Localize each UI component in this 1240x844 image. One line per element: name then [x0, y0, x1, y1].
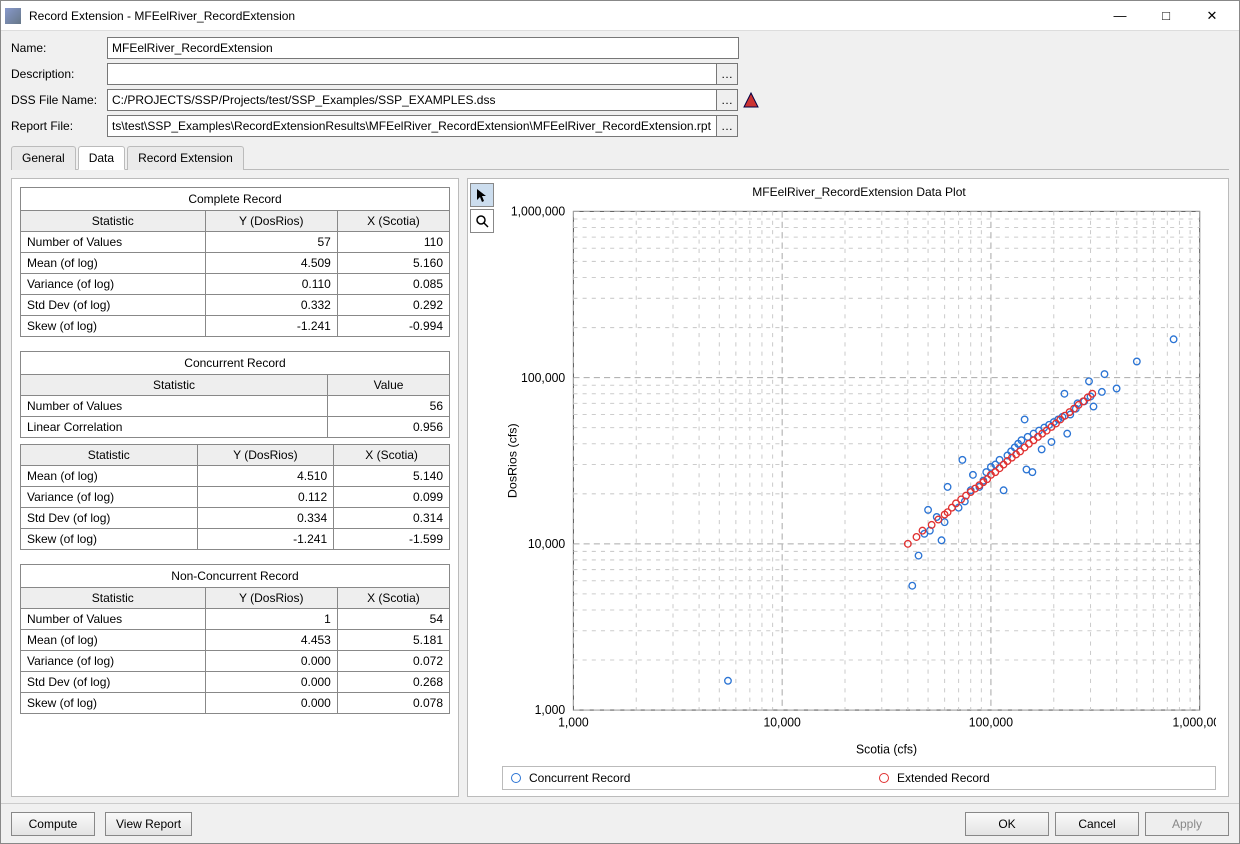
bottom-bar: Compute View Report OK Cancel Apply — [1, 803, 1239, 843]
plot-triangle-icon[interactable] — [742, 91, 760, 109]
scatter-plot[interactable]: 1,000 10,000 100,000 1,000,000 1,000 10,000 10… — [502, 201, 1216, 762]
app-icon — [5, 8, 21, 24]
svg-text:1,000,000: 1,000,000 — [511, 204, 566, 218]
minimize-button[interactable]: ― — [1097, 1, 1143, 31]
view-report-button[interactable]: View Report — [105, 812, 192, 836]
cancel-button[interactable]: Cancel — [1055, 812, 1139, 836]
apply-button[interactable]: Apply — [1145, 812, 1229, 836]
table-row: Number of Values56 — [21, 396, 450, 417]
complete-record-table: Statistic Y (DosRios) X (Scotia) Number … — [20, 210, 450, 337]
titlebar[interactable]: Record Extension - MFEelRiver_RecordExte… — [1, 1, 1239, 31]
svg-text:10,000: 10,000 — [763, 716, 801, 730]
nonconcurrent-record-table: Statistic Y (DosRios) X (Scotia) Number … — [20, 587, 450, 714]
dss-file-browse-button[interactable]: … — [716, 89, 738, 111]
zoom-tool[interactable] — [470, 209, 494, 233]
report-file-input[interactable] — [107, 115, 717, 137]
report-file-browse-button[interactable]: … — [716, 115, 738, 137]
table-row: Mean (of log)4.5105.140 — [21, 466, 450, 487]
dss-file-label: DSS File Name: — [11, 93, 107, 107]
table-row: Mean (of log)4.4535.181 — [21, 630, 450, 651]
table-row: Skew (of log)-1.241-1.599 — [21, 529, 450, 550]
svg-text:10,000: 10,000 — [528, 537, 566, 551]
svg-text:DosRios (cfs): DosRios (cfs) — [505, 423, 519, 498]
close-button[interactable]: ✕ — [1189, 1, 1235, 31]
table-row: Variance (of log)0.1100.085 — [21, 274, 450, 295]
tab-general[interactable]: General — [11, 146, 76, 170]
svg-text:1,000: 1,000 — [558, 716, 589, 730]
legend-label-concurrent: Concurrent Record — [529, 771, 630, 785]
description-label: Description: — [11, 67, 107, 81]
svg-text:100,000: 100,000 — [969, 716, 1013, 730]
stats-panel: Complete Record Statistic Y (DosRios) X … — [11, 178, 459, 797]
tab-record-extension[interactable]: Record Extension — [127, 146, 244, 170]
plot-legend: Concurrent Record Extended Record — [502, 766, 1216, 790]
dss-file-input[interactable] — [107, 89, 717, 111]
legend-marker-concurrent — [511, 773, 521, 783]
table-row: Skew (of log)0.0000.078 — [21, 693, 450, 714]
legend-marker-extended — [879, 773, 889, 783]
tab-data[interactable]: Data — [78, 146, 125, 170]
table-row: Variance (of log)0.0000.072 — [21, 651, 450, 672]
table-row: Number of Values57110 — [21, 232, 450, 253]
table-row: Linear Correlation0.956 — [21, 417, 450, 438]
legend-label-extended: Extended Record — [897, 771, 990, 785]
table-row: Variance (of log)0.1120.099 — [21, 487, 450, 508]
svg-text:Scotia (cfs): Scotia (cfs) — [856, 743, 917, 757]
form-area: Name: Description: … DSS File Name: … Re… — [1, 31, 1239, 145]
concurrent-record-title: Concurrent Record — [20, 351, 450, 374]
table-row: Number of Values154 — [21, 609, 450, 630]
plot-title: MFEelRiver_RecordExtension Data Plot — [502, 185, 1216, 199]
compute-button[interactable]: Compute — [11, 812, 95, 836]
report-file-label: Report File: — [11, 119, 107, 133]
ok-button[interactable]: OK — [965, 812, 1049, 836]
concurrent-record-table-stats: Statistic Y (DosRios) X (Scotia) Mean (o… — [20, 444, 450, 550]
name-input[interactable] — [107, 37, 739, 59]
window-title: Record Extension - MFEelRiver_RecordExte… — [29, 9, 295, 23]
maximize-button[interactable]: □ — [1143, 1, 1189, 31]
plot-panel: MFEelRiver_RecordExtension Data Plot 1,0… — [467, 178, 1229, 797]
record-extension-window: Record Extension - MFEelRiver_RecordExte… — [0, 0, 1240, 844]
table-row: Std Dev (of log)0.3340.314 — [21, 508, 450, 529]
nonconcurrent-record-title: Non-Concurrent Record — [20, 564, 450, 587]
concurrent-record-table-summary: Statistic Value Number of Values56Linear… — [20, 374, 450, 438]
name-label: Name: — [11, 41, 107, 55]
complete-record-title: Complete Record — [20, 187, 450, 210]
svg-text:100,000: 100,000 — [521, 371, 565, 385]
svg-text:1,000: 1,000 — [535, 703, 566, 717]
table-row: Mean (of log)4.5095.160 — [21, 253, 450, 274]
pointer-tool[interactable] — [470, 183, 494, 207]
description-ellipsis-button[interactable]: … — [716, 63, 738, 85]
svg-text:1,000,000: 1,000,000 — [1172, 716, 1216, 730]
table-row: Std Dev (of log)0.0000.268 — [21, 672, 450, 693]
tab-strip: General Data Record Extension — [1, 145, 1239, 169]
table-row: Skew (of log)-1.241-0.994 — [21, 316, 450, 337]
table-row: Std Dev (of log)0.3320.292 — [21, 295, 450, 316]
plot-toolstrip — [470, 181, 498, 794]
description-input[interactable] — [107, 63, 717, 85]
